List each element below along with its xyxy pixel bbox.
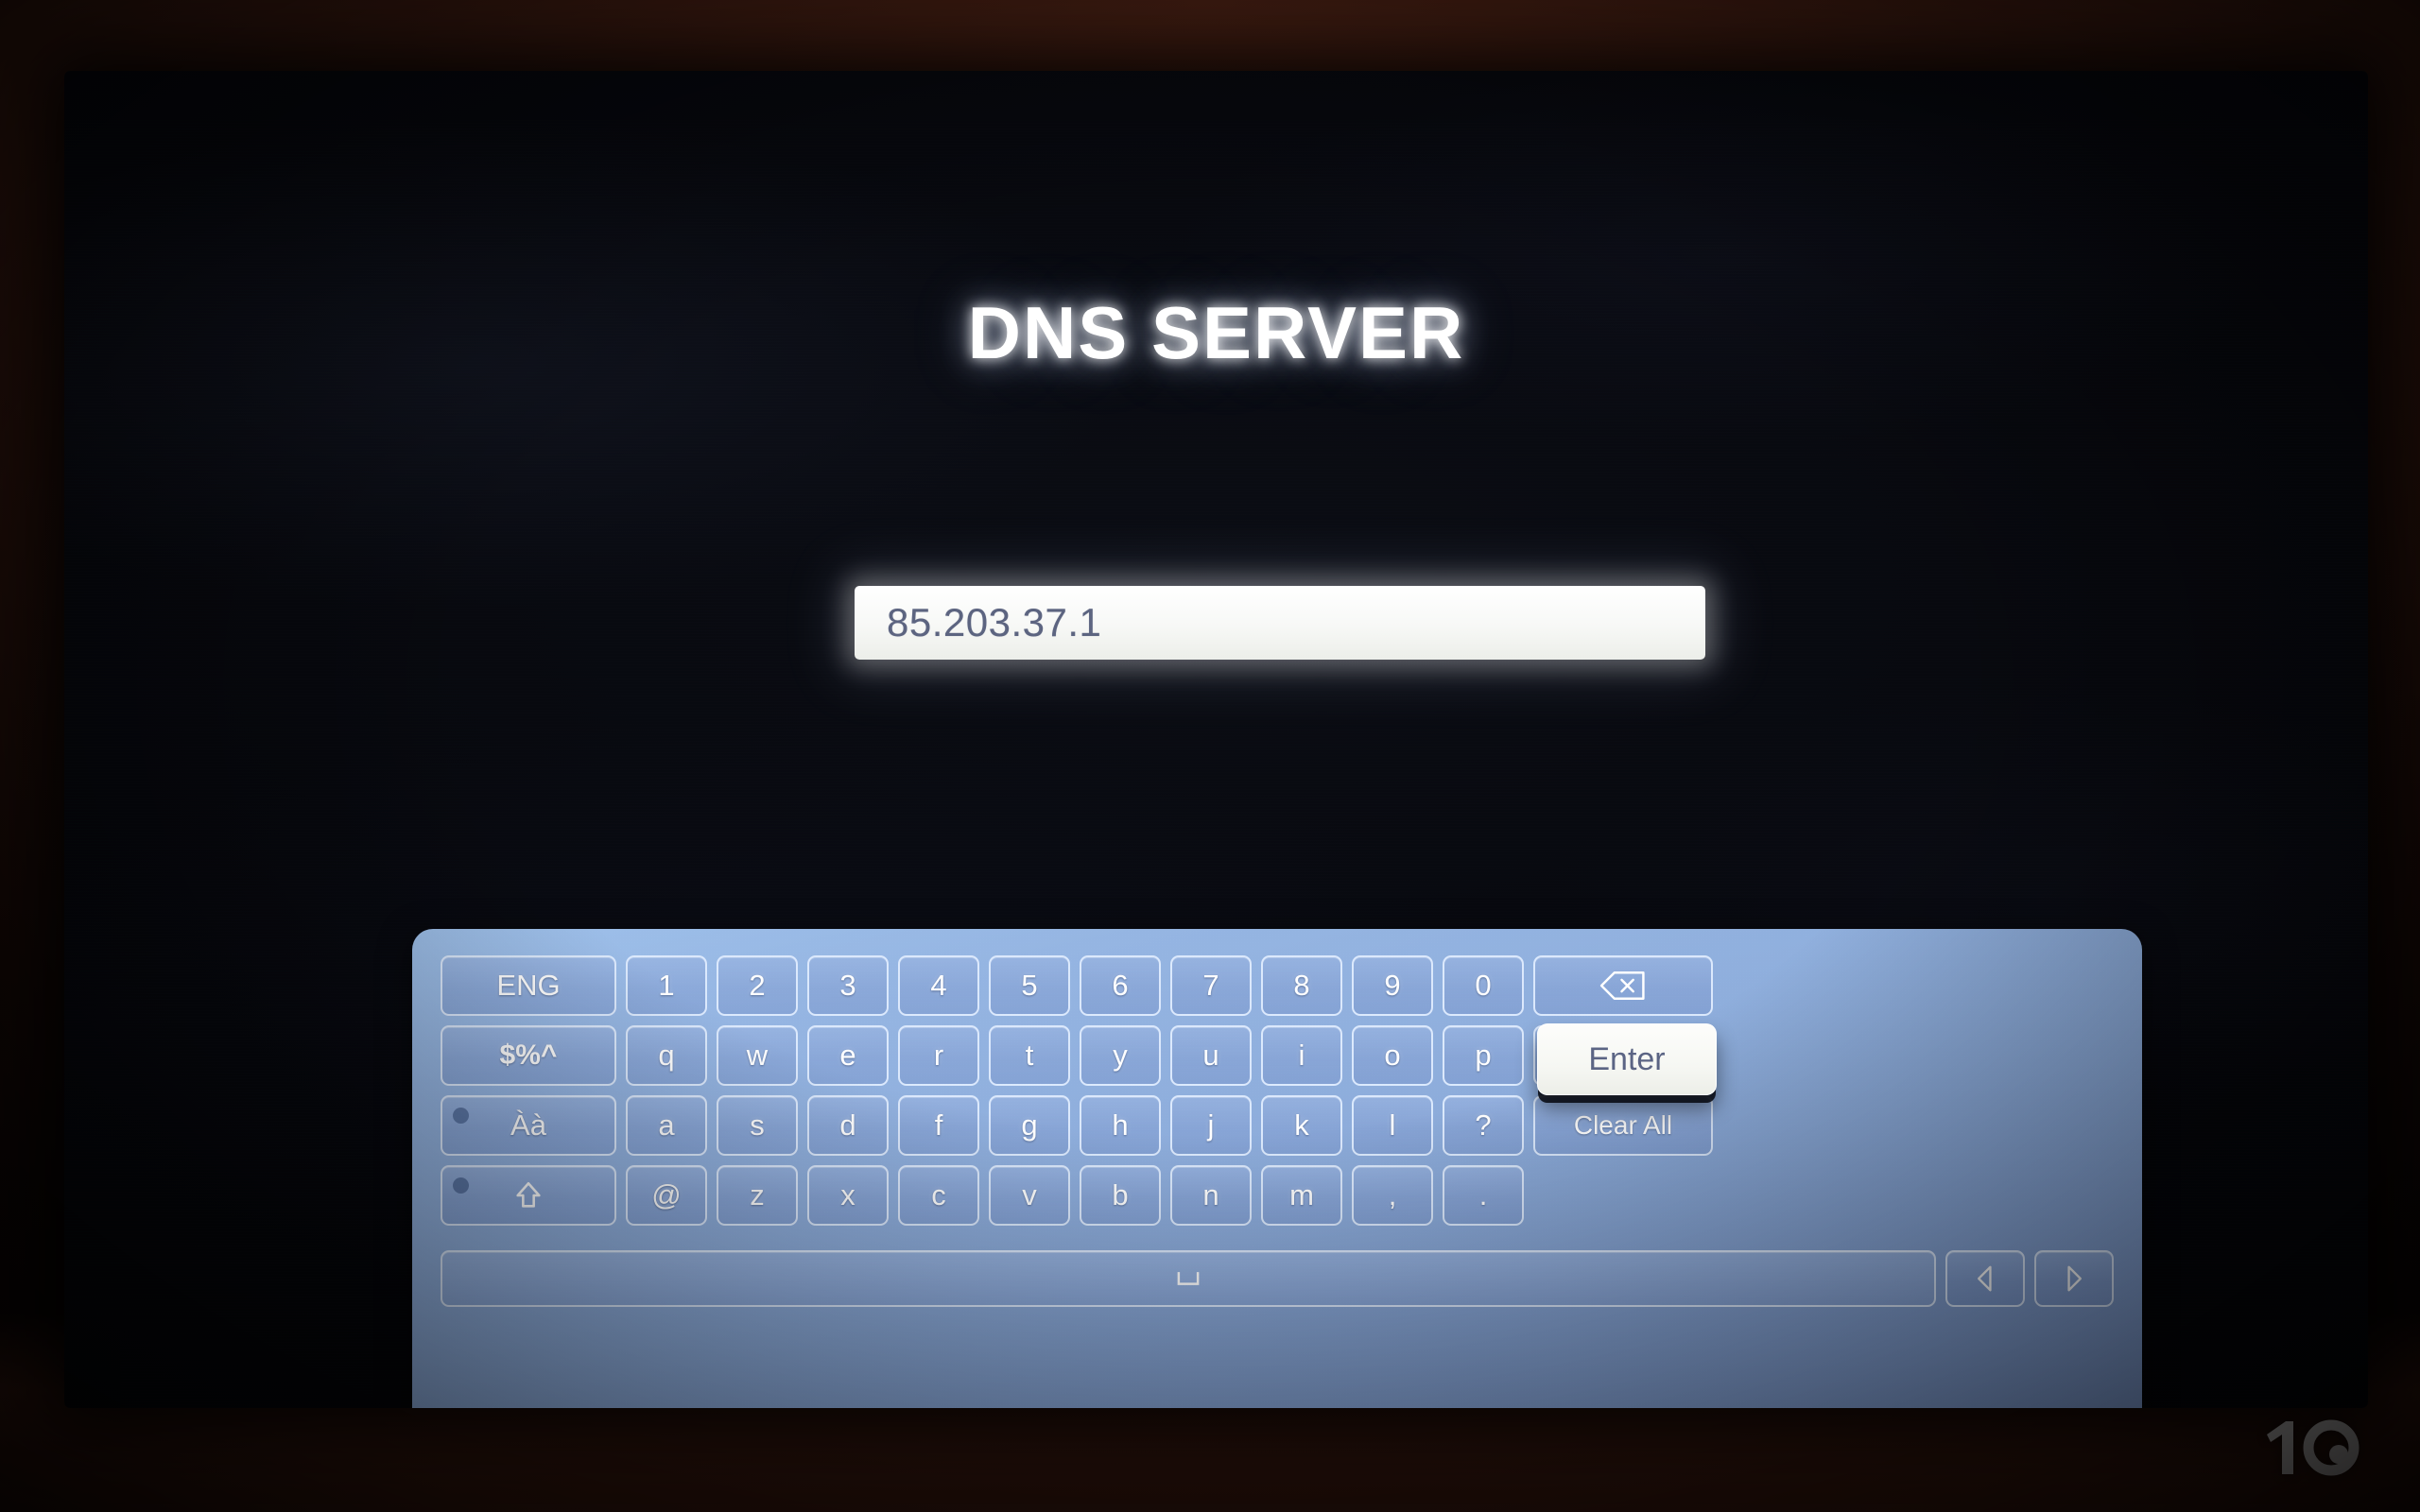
key-period[interactable]: . (1443, 1165, 1524, 1226)
key-t[interactable]: t (989, 1025, 1070, 1086)
onscreen-keyboard: ENG $%^ Àà 1 2 3 4 5 6 7 8 9 0 q w e r t… (412, 929, 2142, 1408)
keyboard-row-qwerty: q w e r t y u i o p (626, 1025, 1524, 1086)
key-7[interactable]: 7 (1170, 955, 1252, 1016)
tv-screen: DNS SERVER 85.203.37.1 ENG $%^ Àà 1 2 3 … (64, 71, 2368, 1408)
key-a[interactable]: a (626, 1095, 707, 1156)
accents-key[interactable]: Àà (441, 1095, 616, 1156)
key-n[interactable]: n (1170, 1165, 1252, 1226)
keyboard-character-rows: 1 2 3 4 5 6 7 8 9 0 q w e r t y u i o p … (626, 955, 1524, 1226)
backspace-key[interactable] (1533, 955, 1713, 1016)
space-key[interactable] (441, 1250, 1936, 1307)
language-key[interactable]: ENG (441, 955, 616, 1016)
keyboard-main-block: ENG $%^ Àà 1 2 3 4 5 6 7 8 9 0 q w e r t… (441, 955, 2114, 1226)
keyboard-left-column: ENG $%^ Àà (441, 955, 616, 1226)
key-p[interactable]: p (1443, 1025, 1524, 1086)
key-u[interactable]: u (1170, 1025, 1252, 1086)
key-h[interactable]: h (1080, 1095, 1161, 1156)
key-c[interactable]: c (898, 1165, 979, 1226)
key-g[interactable]: g (989, 1095, 1070, 1156)
key-8[interactable]: 8 (1261, 955, 1342, 1016)
key-0[interactable]: 0 (1443, 955, 1524, 1016)
dns-server-input-value: 85.203.37.1 (887, 600, 1102, 644)
key-3[interactable]: 3 (807, 955, 889, 1016)
key-question[interactable]: ? (1443, 1095, 1524, 1156)
key-f[interactable]: f (898, 1095, 979, 1156)
chevron-left-icon (1973, 1264, 1997, 1293)
key-q[interactable]: q (626, 1025, 707, 1086)
key-5[interactable]: 5 (989, 955, 1070, 1016)
key-l[interactable]: l (1352, 1095, 1433, 1156)
dns-server-input[interactable]: 85.203.37.1 (855, 586, 1705, 660)
key-y[interactable]: y (1080, 1025, 1161, 1086)
cursor-right-key[interactable] (2034, 1250, 2114, 1307)
key-b[interactable]: b (1080, 1165, 1161, 1226)
backspace-icon (1599, 970, 1648, 1002)
key-v[interactable]: v (989, 1165, 1070, 1226)
key-r[interactable]: r (898, 1025, 979, 1086)
keyboard-right-column: Clear All Enter (1533, 955, 1717, 1226)
key-w[interactable]: w (717, 1025, 798, 1086)
key-x[interactable]: x (807, 1165, 889, 1226)
key-s[interactable]: s (717, 1095, 798, 1156)
key-1[interactable]: 1 (626, 955, 707, 1016)
enter-key[interactable]: Enter (1537, 1023, 1717, 1095)
shift-key[interactable] (441, 1165, 616, 1226)
key-comma[interactable]: , (1352, 1165, 1433, 1226)
keyboard-row-zxcv: @ z x c v b n m , . (626, 1165, 1524, 1226)
key-z[interactable]: z (717, 1165, 798, 1226)
clear-all-key[interactable]: Clear All (1533, 1095, 1713, 1156)
chevron-right-icon (2062, 1264, 2086, 1293)
key-d[interactable]: d (807, 1095, 889, 1156)
page-title: DNS SERVER (967, 291, 1465, 374)
symbols-key[interactable]: $%^ (441, 1025, 616, 1086)
cursor-left-key[interactable] (1945, 1250, 2025, 1307)
channel-10-watermark (2257, 1416, 2367, 1480)
key-o[interactable]: o (1352, 1025, 1433, 1086)
keyboard-space-row (441, 1250, 2114, 1307)
key-e[interactable]: e (807, 1025, 889, 1086)
keyboard-row-digits: 1 2 3 4 5 6 7 8 9 0 (626, 955, 1524, 1016)
space-bar-icon (1175, 1270, 1201, 1287)
key-i[interactable]: i (1261, 1025, 1342, 1086)
key-2[interactable]: 2 (717, 955, 798, 1016)
keyboard-grid: ENG $%^ Àà 1 2 3 4 5 6 7 8 9 0 q w e r t… (441, 955, 2114, 1307)
key-4[interactable]: 4 (898, 955, 979, 1016)
key-6[interactable]: 6 (1080, 955, 1161, 1016)
keyboard-row-asdf: a s d f g h j k l ? (626, 1095, 1524, 1156)
key-9[interactable]: 9 (1352, 955, 1433, 1016)
key-k[interactable]: k (1261, 1095, 1342, 1156)
key-at[interactable]: @ (626, 1165, 707, 1226)
key-m[interactable]: m (1261, 1165, 1342, 1226)
shift-arrow-icon (512, 1179, 544, 1211)
key-j[interactable]: j (1170, 1095, 1252, 1156)
